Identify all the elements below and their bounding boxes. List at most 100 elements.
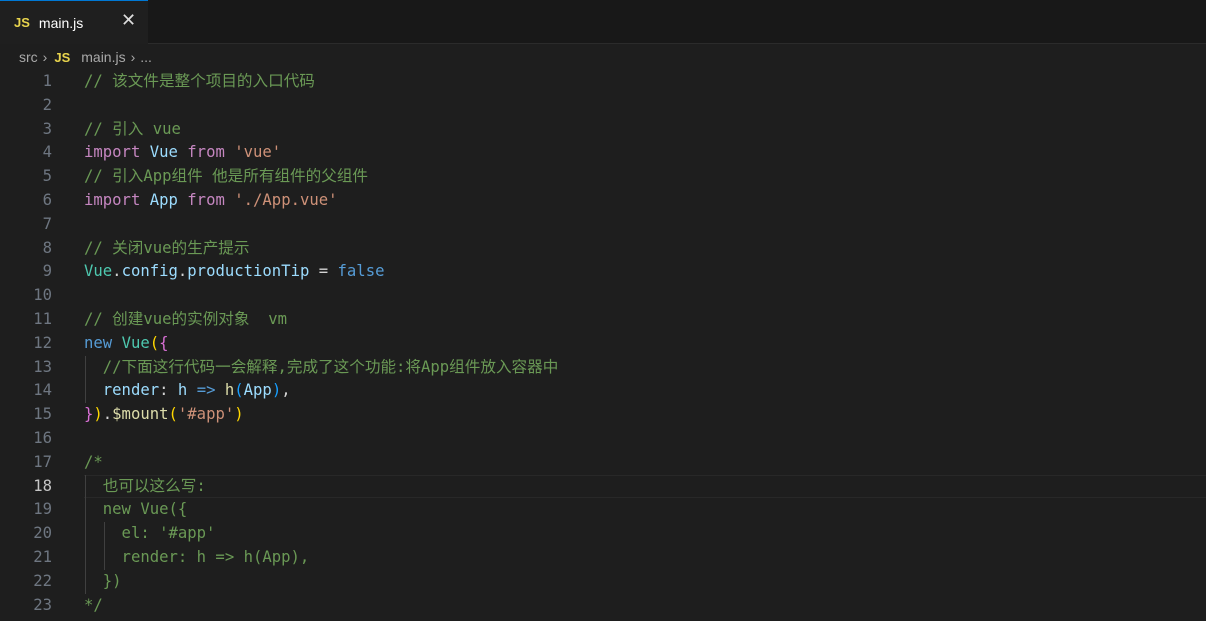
javascript-file-icon: JS (14, 15, 30, 30)
code-token: ( (234, 381, 244, 400)
code-token: , (281, 381, 291, 400)
line-number: 6 (42, 190, 52, 209)
code-token: new Vue({ (84, 500, 188, 519)
line-number: 10 (33, 286, 52, 305)
code-token: config (121, 262, 178, 281)
code-token: }) (84, 571, 122, 590)
code-token: import (84, 143, 141, 162)
line-code: import App from './App.vue' (84, 189, 338, 213)
line-code: }).$mount('#app') (84, 403, 244, 427)
code-token: App (149, 190, 178, 209)
tab-bar: JS main.js ✕ (0, 0, 1206, 44)
code-line[interactable]: 19 new Vue({ (0, 498, 1206, 523)
breadcrumb-more[interactable]: ... (140, 49, 152, 65)
line-code: new Vue({ (84, 498, 188, 522)
code-token: //下面这行代码一会解释,完成了这个功能:将App组件放入容器中 (102, 357, 559, 376)
code-token: . (112, 262, 122, 281)
code-line[interactable]: 5 // 引入App组件 他是所有组件的父组件 (0, 165, 1206, 189)
line-number: 23 (33, 595, 52, 614)
line-number: 18 (33, 476, 52, 495)
line-number: 12 (33, 333, 52, 352)
code-token: ( (168, 405, 178, 424)
line-code: // 创建vue的实例对象 vm (84, 308, 287, 332)
code-token: => (196, 381, 216, 400)
code-token: import (84, 190, 141, 209)
code-line[interactable]: 10 (0, 284, 1206, 308)
line-number: 2 (42, 95, 52, 114)
code-token: './App.vue' (234, 190, 338, 209)
code-editor[interactable]: 1// 该文件是整个项目的入口代码 2 3// 引入 vue 4 import Vue … (0, 70, 1206, 617)
code-line[interactable]: 13 //下面这行代码一会解释,完成了这个功能:将App组件放入容器中 (0, 355, 1206, 380)
code-token: ) (271, 381, 282, 400)
line-code: }) (84, 570, 122, 594)
chevron-right-icon: › (130, 49, 136, 65)
code-token: App (243, 381, 272, 400)
line-number: 4 (42, 143, 52, 162)
code-line[interactable]: 8 // 关闭vue的生产提示 (0, 237, 1206, 261)
line-code: */ (84, 594, 103, 618)
line-number: 9 (42, 262, 52, 281)
code-token: // 引入 vue (84, 119, 181, 138)
code-line[interactable]: 23 */ (0, 594, 1206, 618)
line-number: 3 (42, 119, 52, 138)
code-line[interactable]: 12 new Vue({ (0, 332, 1206, 356)
code-token: 'vue' (234, 143, 282, 162)
code-line[interactable]: 14 render: h => h(App), (0, 379, 1206, 404)
code-token: /* (84, 452, 103, 471)
code-line[interactable]: 9 Vue.config.productionTip = false (0, 260, 1206, 284)
line-code: /* (84, 451, 103, 475)
code-token: . (102, 405, 113, 424)
code-token: // 关闭vue的生产提示 (84, 238, 250, 257)
line-code: render: h => h(App), (84, 379, 291, 403)
line-code: Vue.config.productionTip = false (84, 260, 384, 284)
close-icon[interactable]: ✕ (121, 10, 136, 31)
line-number: 16 (33, 428, 52, 447)
line-number: 1 (42, 72, 52, 90)
breadcrumb-file[interactable]: main.js (81, 49, 125, 65)
code-line[interactable]: 6 import App from './App.vue' (0, 189, 1206, 213)
code-token: : (159, 381, 178, 400)
code-line[interactable]: 22 }) (0, 569, 1206, 594)
line-number: 19 (33, 500, 52, 519)
code-token: from (187, 143, 225, 162)
line-number: 8 (42, 238, 52, 257)
breadcrumb-folder[interactable]: src (19, 49, 38, 65)
code-token: = (309, 262, 338, 281)
code-line[interactable]: 2 (0, 94, 1206, 118)
code-token: productionTip (187, 262, 310, 281)
code-token: Vue (149, 143, 178, 162)
code-line[interactable]: 16 (0, 427, 1206, 451)
code-token: new (84, 333, 113, 352)
code-token: } (84, 405, 94, 424)
code-token: // 引入App组件 他是所有组件的父组件 (84, 167, 369, 186)
tab-main-js[interactable]: JS main.js ✕ (0, 0, 148, 44)
line-number: 11 (33, 309, 52, 328)
code-line[interactable]: 3 // 引入 vue (0, 118, 1206, 142)
code-line[interactable]: 1 // 该文件是整个项目的入口代码 (0, 70, 1206, 94)
line-number: 7 (42, 214, 52, 233)
line-code: // 引入 vue (84, 118, 181, 142)
code-line[interactable]: 4 import Vue from 'vue' (0, 141, 1206, 165)
code-token: Vue (84, 262, 113, 281)
line-code: import Vue from 'vue' (84, 141, 281, 165)
code-token: el: '#app' (84, 524, 216, 543)
code-token: '#app' (177, 405, 235, 424)
tab-label: main.js (38, 14, 84, 31)
code-token: { (159, 333, 169, 352)
code-line[interactable]: 11 // 创建vue的实例对象 vm (0, 308, 1206, 332)
code-line[interactable]: 20 el: '#app' (0, 522, 1206, 546)
code-line[interactable]: 17 /* (0, 451, 1206, 475)
code-line[interactable]: 15}).$mount('#app') (0, 403, 1206, 427)
code-line[interactable]: 21 render: h => h(App), (0, 545, 1206, 570)
code-line[interactable]: 18 也可以这么写: (0, 474, 1206, 499)
line-number: 21 (33, 547, 52, 566)
code-token: h (224, 381, 235, 400)
code-line[interactable]: 7 (0, 213, 1206, 237)
line-code: el: '#app' (84, 522, 216, 546)
